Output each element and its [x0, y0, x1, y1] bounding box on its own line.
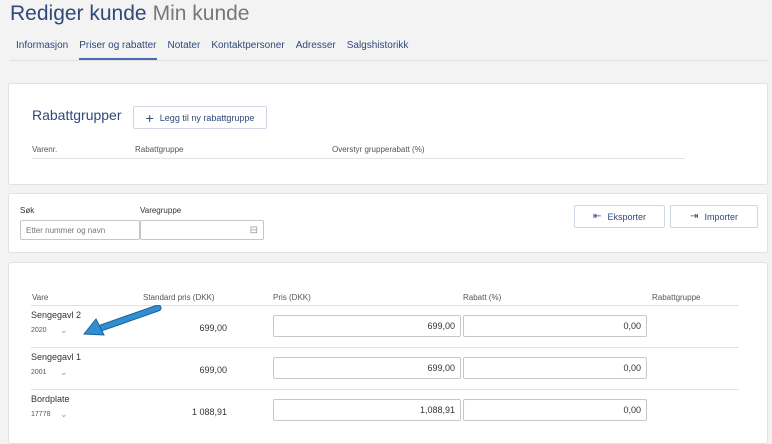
column-header-rabattgruppe: Rabattgruppe	[652, 293, 701, 302]
tab-informasjon[interactable]: Informasjon	[16, 40, 68, 60]
discount-field[interactable]: 0,00	[463, 399, 647, 421]
tab-adresser[interactable]: Adresser	[296, 40, 336, 60]
column-header-overstyr: Overstyr grupperabatt (%)	[332, 145, 425, 154]
table-divider	[32, 158, 685, 159]
product-name: Sengegavl 2	[31, 310, 82, 320]
rabattgrupper-title: Rabattgrupper	[32, 107, 122, 123]
export-button[interactable]: ⇤ Eksporter	[574, 205, 665, 228]
products-card: Vare Standard pris (DKK) Pris (DKK) Raba…	[8, 262, 768, 444]
product-name: Sengegavl 1	[31, 352, 82, 362]
chevron-down-icon[interactable]: ⌄	[60, 409, 68, 420]
export-label: Eksporter	[607, 211, 646, 222]
plus-icon: +	[145, 109, 154, 126]
chevron-down-icon[interactable]: ⌄	[60, 325, 68, 336]
discount-field[interactable]: 0,00	[463, 315, 647, 337]
tab-kontaktpersoner[interactable]: Kontaktpersoner	[211, 40, 284, 60]
column-header-vare: Vare	[32, 293, 49, 302]
price-field[interactable]: 699,00	[273, 315, 461, 337]
tab-priser-og-rabatter[interactable]: Priser og rabatter	[79, 40, 157, 60]
import-icon: ⇥	[690, 211, 699, 222]
table-row: Bordplate 17778 ⌄ 1 088,91 1,088,91 0,00	[31, 389, 739, 432]
page-title: Rediger kunde Min kunde	[10, 2, 249, 26]
add-rabattgruppe-button[interactable]: + Legg til ny rabattgruppe	[133, 106, 267, 129]
standard-price: 699,00	[199, 323, 227, 333]
filter-card: Søk Varegruppe ⊟ ⇤ Eksporter ⇥ Importer	[8, 193, 768, 253]
column-header-rabatt: Rabatt (%)	[463, 293, 502, 302]
product-number: 2001	[31, 369, 47, 376]
product-name: Bordplate	[31, 394, 70, 404]
search-input[interactable]	[20, 220, 140, 240]
column-header-standard-pris: Standard pris (DKK)	[143, 293, 215, 302]
discount-field[interactable]: 0,00	[463, 357, 647, 379]
tab-divider	[10, 60, 768, 61]
standard-price: 699,00	[199, 365, 227, 375]
import-button[interactable]: ⇥ Importer	[670, 205, 758, 228]
export-icon: ⇤	[593, 211, 602, 222]
column-header-varenr: Varenr.	[32, 145, 58, 154]
varegruppe-select[interactable]: ⊟	[140, 220, 264, 240]
price-field[interactable]: 699,00	[273, 357, 461, 379]
price-field[interactable]: 1,088,91	[273, 399, 461, 421]
product-number: 17778	[31, 411, 51, 418]
rabattgrupper-card: Rabattgrupper + Legg til ny rabattgruppe…	[8, 83, 768, 185]
tab-bar: Informasjon Priser og rabatter Notater K…	[16, 40, 408, 60]
table-row: Sengegavl 1 2001 ⌄ 699,00 699,00 0,00	[31, 347, 739, 390]
page-title-main: Rediger kunde	[10, 2, 147, 25]
tab-notater[interactable]: Notater	[168, 40, 201, 60]
chevron-down-icon[interactable]: ⌄	[60, 367, 68, 378]
product-number: 2020	[31, 327, 47, 334]
add-rabattgruppe-label: Legg til ny rabattgruppe	[159, 112, 255, 123]
column-header-pris: Pris (DKK)	[273, 293, 311, 302]
standard-price: 1 088,91	[191, 407, 227, 417]
varegruppe-label: Varegruppe	[140, 206, 182, 215]
arrow-annotation	[82, 305, 162, 336]
import-label: Importer	[704, 211, 738, 222]
search-label: Søk	[20, 206, 35, 215]
customer-name: Min kunde	[152, 2, 250, 25]
tab-salgshistorikk[interactable]: Salgshistorikk	[347, 40, 409, 60]
dropdown-icon: ⊟	[249, 225, 258, 236]
column-header-rabattgruppe: Rabattgruppe	[135, 145, 184, 154]
